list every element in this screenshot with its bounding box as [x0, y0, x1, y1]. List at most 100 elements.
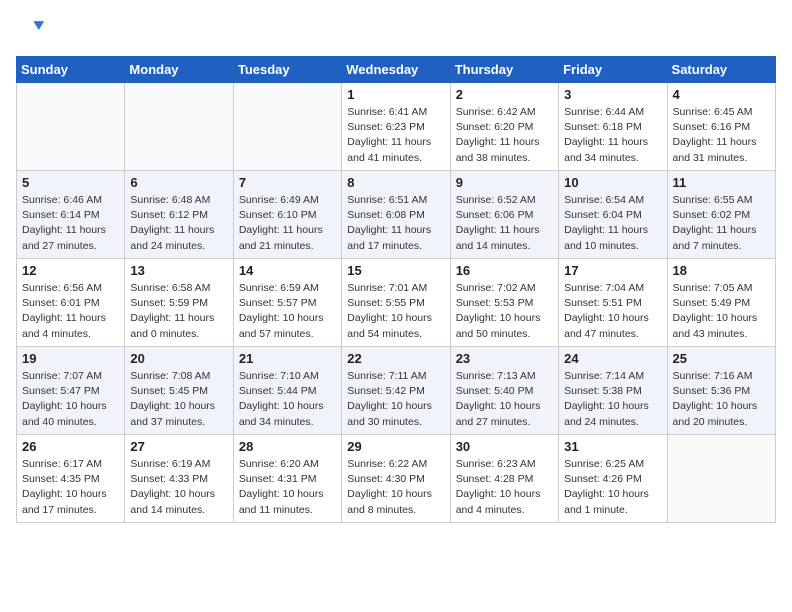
day-info: Sunrise: 6:49 AM Sunset: 6:10 PM Dayligh… [239, 193, 336, 254]
day-number: 1 [347, 87, 444, 102]
day-number: 13 [130, 263, 227, 278]
calendar-cell: 12 Sunrise: 6:56 AM Sunset: 6:01 PM Dayli… [17, 259, 125, 347]
day-info: Sunrise: 7:05 AM Sunset: 5:49 PM Dayligh… [673, 281, 770, 342]
day-info: Sunrise: 6:48 AM Sunset: 6:12 PM Dayligh… [130, 193, 227, 254]
day-number: 18 [673, 263, 770, 278]
header-day-monday: Monday [125, 57, 233, 83]
day-number: 29 [347, 439, 444, 454]
day-number: 24 [564, 351, 661, 366]
calendar-week-row: 12 Sunrise: 6:56 AM Sunset: 6:01 PM Dayli… [17, 259, 776, 347]
day-info: Sunrise: 7:11 AM Sunset: 5:42 PM Dayligh… [347, 369, 444, 430]
day-info: Sunrise: 6:25 AM Sunset: 4:26 PM Dayligh… [564, 457, 661, 518]
day-number: 28 [239, 439, 336, 454]
calendar-cell: 7 Sunrise: 6:49 AM Sunset: 6:10 PM Daylig… [233, 171, 341, 259]
day-number: 25 [673, 351, 770, 366]
header-row: SundayMondayTuesdayWednesdayThursdayFrid… [17, 57, 776, 83]
calendar-cell: 26Sunrise: 6:17 AM Sunset: 4:35 PM Dayli… [17, 435, 125, 523]
day-info: Sunrise: 6:41 AM Sunset: 6:23 PM Dayligh… [347, 105, 444, 166]
calendar-cell: 17 Sunrise: 7:04 AM Sunset: 5:51 PM Dayli… [559, 259, 667, 347]
day-info: Sunrise: 6:19 AM Sunset: 4:33 PM Dayligh… [130, 457, 227, 518]
day-number: 11 [673, 175, 770, 190]
calendar-cell: 22 Sunrise: 7:11 AM Sunset: 5:42 PM Dayli… [342, 347, 450, 435]
logo [16, 16, 48, 44]
calendar-table: SundayMondayTuesdayWednesdayThursdayFrid… [16, 56, 776, 523]
header-day-tuesday: Tuesday [233, 57, 341, 83]
calendar-week-row: 26Sunrise: 6:17 AM Sunset: 4:35 PM Dayli… [17, 435, 776, 523]
day-number: 3 [564, 87, 661, 102]
calendar-cell: 27 Sunrise: 6:19 AM Sunset: 4:33 PM Dayli… [125, 435, 233, 523]
calendar-cell: 31 Sunrise: 6:25 AM Sunset: 4:26 PM Dayli… [559, 435, 667, 523]
calendar-cell: 28 Sunrise: 6:20 AM Sunset: 4:31 PM Dayli… [233, 435, 341, 523]
day-number: 9 [456, 175, 553, 190]
calendar-cell [17, 83, 125, 171]
day-number: 23 [456, 351, 553, 366]
day-number: 12 [22, 263, 119, 278]
day-info: Sunrise: 7:04 AM Sunset: 5:51 PM Dayligh… [564, 281, 661, 342]
calendar-cell: 11 Sunrise: 6:55 AM Sunset: 6:02 PM Dayli… [667, 171, 775, 259]
day-number: 2 [456, 87, 553, 102]
calendar-cell: 3Sunrise: 6:44 AM Sunset: 6:18 PM Daylig… [559, 83, 667, 171]
day-info: Sunrise: 7:08 AM Sunset: 5:45 PM Dayligh… [130, 369, 227, 430]
day-number: 30 [456, 439, 553, 454]
day-info: Sunrise: 6:52 AM Sunset: 6:06 PM Dayligh… [456, 193, 553, 254]
calendar-cell: 30Sunrise: 6:23 AM Sunset: 4:28 PM Dayli… [450, 435, 558, 523]
calendar-cell: 2 Sunrise: 6:42 AM Sunset: 6:20 PM Daylig… [450, 83, 558, 171]
day-number: 27 [130, 439, 227, 454]
day-info: Sunrise: 6:20 AM Sunset: 4:31 PM Dayligh… [239, 457, 336, 518]
day-number: 17 [564, 263, 661, 278]
header-day-saturday: Saturday [667, 57, 775, 83]
day-number: 20 [130, 351, 227, 366]
day-number: 6 [130, 175, 227, 190]
calendar-cell: 20 Sunrise: 7:08 AM Sunset: 5:45 PM Dayli… [125, 347, 233, 435]
calendar-cell: 5Sunrise: 6:46 AM Sunset: 6:14 PM Daylig… [17, 171, 125, 259]
day-number: 16 [456, 263, 553, 278]
day-number: 31 [564, 439, 661, 454]
logo-icon [16, 16, 44, 44]
day-info: Sunrise: 6:54 AM Sunset: 6:04 PM Dayligh… [564, 193, 661, 254]
day-number: 19 [22, 351, 119, 366]
day-info: Sunrise: 6:59 AM Sunset: 5:57 PM Dayligh… [239, 281, 336, 342]
calendar-cell [233, 83, 341, 171]
day-info: Sunrise: 7:14 AM Sunset: 5:38 PM Dayligh… [564, 369, 661, 430]
day-info: Sunrise: 7:10 AM Sunset: 5:44 PM Dayligh… [239, 369, 336, 430]
day-number: 26 [22, 439, 119, 454]
day-info: Sunrise: 7:13 AM Sunset: 5:40 PM Dayligh… [456, 369, 553, 430]
calendar-cell: 24 Sunrise: 7:14 AM Sunset: 5:38 PM Dayli… [559, 347, 667, 435]
calendar-cell: 1 Sunrise: 6:41 AM Sunset: 6:23 PM Daylig… [342, 83, 450, 171]
calendar-cell [667, 435, 775, 523]
calendar-week-row: 1 Sunrise: 6:41 AM Sunset: 6:23 PM Daylig… [17, 83, 776, 171]
header-day-friday: Friday [559, 57, 667, 83]
day-number: 10 [564, 175, 661, 190]
day-number: 14 [239, 263, 336, 278]
header-day-thursday: Thursday [450, 57, 558, 83]
day-number: 21 [239, 351, 336, 366]
day-info: Sunrise: 6:56 AM Sunset: 6:01 PM Dayligh… [22, 281, 119, 342]
header-day-wednesday: Wednesday [342, 57, 450, 83]
day-number: 22 [347, 351, 444, 366]
calendar-cell: 29 Sunrise: 6:22 AM Sunset: 4:30 PM Dayli… [342, 435, 450, 523]
calendar-week-row: 5Sunrise: 6:46 AM Sunset: 6:14 PM Daylig… [17, 171, 776, 259]
day-info: Sunrise: 6:46 AM Sunset: 6:14 PM Dayligh… [22, 193, 119, 254]
calendar-header: SundayMondayTuesdayWednesdayThursdayFrid… [17, 57, 776, 83]
day-info: Sunrise: 6:51 AM Sunset: 6:08 PM Dayligh… [347, 193, 444, 254]
calendar-cell: 25Sunrise: 7:16 AM Sunset: 5:36 PM Dayli… [667, 347, 775, 435]
calendar-cell: 4Sunrise: 6:45 AM Sunset: 6:16 PM Daylig… [667, 83, 775, 171]
calendar-body: 1 Sunrise: 6:41 AM Sunset: 6:23 PM Daylig… [17, 83, 776, 523]
calendar-cell: 18 Sunrise: 7:05 AM Sunset: 5:49 PM Dayli… [667, 259, 775, 347]
calendar-cell: 15Sunrise: 7:01 AM Sunset: 5:55 PM Dayli… [342, 259, 450, 347]
day-number: 8 [347, 175, 444, 190]
day-info: Sunrise: 6:58 AM Sunset: 5:59 PM Dayligh… [130, 281, 227, 342]
day-info: Sunrise: 6:45 AM Sunset: 6:16 PM Dayligh… [673, 105, 770, 166]
calendar-cell: 14 Sunrise: 6:59 AM Sunset: 5:57 PM Dayli… [233, 259, 341, 347]
calendar-cell: 21 Sunrise: 7:10 AM Sunset: 5:44 PM Dayli… [233, 347, 341, 435]
day-info: Sunrise: 7:01 AM Sunset: 5:55 PM Dayligh… [347, 281, 444, 342]
calendar-cell: 10 Sunrise: 6:54 AM Sunset: 6:04 PM Dayli… [559, 171, 667, 259]
day-info: Sunrise: 6:42 AM Sunset: 6:20 PM Dayligh… [456, 105, 553, 166]
calendar-cell: 6 Sunrise: 6:48 AM Sunset: 6:12 PM Daylig… [125, 171, 233, 259]
calendar-cell: 9 Sunrise: 6:52 AM Sunset: 6:06 PM Daylig… [450, 171, 558, 259]
header-day-sunday: Sunday [17, 57, 125, 83]
calendar-cell: 8 Sunrise: 6:51 AM Sunset: 6:08 PM Daylig… [342, 171, 450, 259]
day-info: Sunrise: 6:55 AM Sunset: 6:02 PM Dayligh… [673, 193, 770, 254]
day-number: 7 [239, 175, 336, 190]
day-info: Sunrise: 6:22 AM Sunset: 4:30 PM Dayligh… [347, 457, 444, 518]
